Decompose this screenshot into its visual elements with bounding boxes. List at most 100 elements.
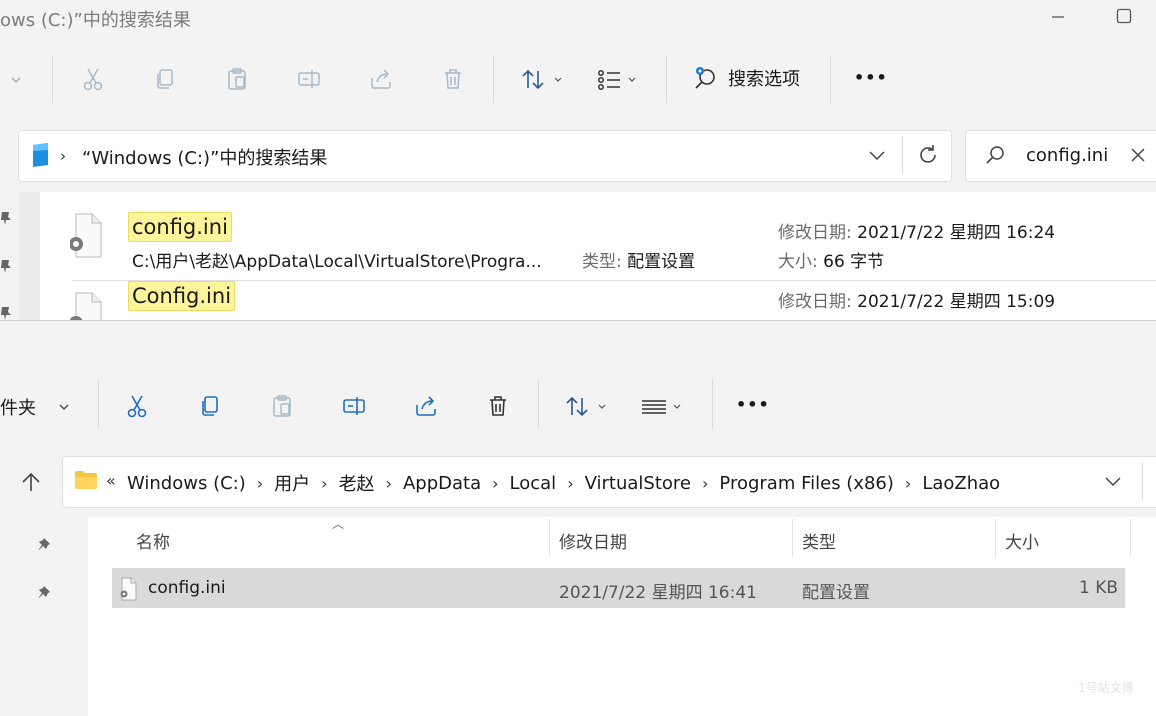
watermark: 1号站文博 — [1078, 681, 1134, 695]
column-divider[interactable] — [549, 519, 550, 557]
toolbar-divider — [493, 55, 494, 103]
breadcrumb-chevron-icon[interactable]: › — [492, 474, 498, 493]
breadcrumb-item[interactable]: VirtualStore — [585, 473, 691, 494]
toolbar-divider — [52, 55, 53, 103]
more-options-button[interactable]: ••• — [854, 68, 888, 87]
view-button[interactable] — [596, 66, 642, 94]
column-header-name[interactable]: 名称 — [136, 528, 170, 553]
address-divider — [1142, 462, 1143, 500]
breadcrumb-item[interactable]: 老赵 — [339, 470, 375, 496]
rename-icon[interactable] — [339, 391, 369, 421]
address-location: “Windows (C:)”中的搜索结果 — [82, 148, 328, 169]
paste-icon[interactable] — [267, 391, 297, 421]
maximize-button[interactable] — [1114, 6, 1134, 26]
drive-icon — [30, 142, 52, 168]
cut-icon[interactable] — [122, 391, 152, 421]
breadcrumb-chevron-icon[interactable]: › — [321, 474, 327, 493]
nav-pane-edge — [0, 631, 4, 651]
breadcrumb-item[interactable]: LaoZhao — [922, 473, 1000, 494]
search-result-item[interactable]: Config.ini 修改日期: 2021/7/22 星期四 15:09 — [40, 281, 1156, 320]
toolbar-divider — [830, 55, 831, 103]
file-size: 1 KB — [1078, 578, 1118, 598]
toolbar-divider — [712, 379, 713, 429]
delete-icon[interactable] — [438, 64, 468, 94]
new-dropdown-chevron[interactable] — [8, 70, 24, 90]
copy-icon[interactable] — [150, 64, 180, 94]
search-options-button[interactable]: 搜索选项 — [692, 64, 800, 92]
file-modified: 2021/7/22 星期四 16:41 — [559, 583, 757, 603]
column-divider[interactable] — [1130, 519, 1131, 557]
delete-icon[interactable] — [483, 391, 513, 421]
more-options-button[interactable]: ••• — [736, 395, 770, 414]
file-type: 配置设置 — [802, 583, 870, 603]
column-header-type[interactable]: 类型 — [802, 528, 836, 553]
breadcrumb-item[interactable]: Windows (C:) — [127, 473, 246, 494]
pin-icon — [38, 585, 54, 603]
breadcrumb-chevron-icon[interactable]: › — [905, 474, 911, 493]
breadcrumb-chevron-icon[interactable]: › — [702, 474, 708, 493]
toolbar-divider — [98, 379, 99, 429]
result-path: C:\用户\老赵\AppData\Local\VirtualStore\Prog… — [132, 252, 542, 272]
search-results-list: config.ini C:\用户\老赵\AppData\Local\Virtua… — [40, 192, 1156, 320]
result-name[interactable]: config.ini — [128, 212, 232, 242]
up-arrow-icon[interactable] — [20, 470, 42, 494]
result-size: 大小: 66 字节 — [778, 252, 885, 272]
search-options-label: 搜索选项 — [728, 69, 800, 90]
search-result-item[interactable]: config.ini C:\用户\老赵\AppData\Local\Virtua… — [40, 192, 1156, 280]
breadcrumb-chevron-icon[interactable]: › — [257, 474, 263, 493]
pin-icon — [38, 537, 54, 555]
breadcrumb-item[interactable]: Program Files (x86) — [719, 473, 894, 494]
clear-search-icon[interactable] — [1128, 145, 1148, 165]
rename-icon[interactable] — [294, 64, 324, 94]
breadcrumb-item[interactable]: 用户 — [274, 470, 310, 496]
cut-icon[interactable] — [78, 64, 108, 94]
share-icon[interactable] — [411, 391, 441, 421]
breadcrumb-overflow-icon[interactable]: « — [106, 471, 116, 490]
folder-window: 件夹 ••• « Windows (C:) › 用户 › 老赵 › AppDat… — [0, 320, 1156, 716]
folder-icon — [74, 469, 98, 491]
breadcrumb-chevron-icon[interactable]: › — [567, 474, 573, 493]
new-folder-button[interactable]: 件夹 — [0, 394, 36, 420]
navigation-pane — [18, 192, 40, 320]
view-button[interactable] — [640, 393, 686, 421]
config-file-icon — [120, 577, 138, 601]
address-history-chevron-icon[interactable] — [1102, 470, 1124, 492]
breadcrumb-chevron-icon[interactable]: › — [386, 474, 392, 493]
breadcrumb: Windows (C:) › 用户 › 老赵 › AppData › Local… — [127, 470, 1000, 496]
search-options-icon — [692, 64, 720, 92]
minimize-button[interactable] — [1048, 6, 1068, 26]
search-results-window: ows (C:)”中的搜索结果 搜索选项 ••• › “Windows (C:)… — [0, 0, 1156, 320]
refresh-icon[interactable] — [916, 143, 940, 167]
sort-button[interactable] — [520, 66, 566, 94]
search-input[interactable]: config.ini — [1026, 145, 1108, 166]
result-name[interactable]: Config.ini — [128, 281, 236, 311]
toolbar-divider — [666, 55, 667, 103]
pin-icon — [0, 305, 12, 320]
address-history-chevron-icon[interactable] — [866, 144, 888, 166]
pin-icon — [0, 210, 12, 226]
address-divider — [902, 136, 903, 174]
config-file-icon — [70, 291, 104, 320]
new-dropdown-chevron-icon[interactable] — [56, 397, 72, 417]
result-type: 类型: 配置设置 — [582, 252, 696, 272]
breadcrumb-item[interactable]: Local — [510, 473, 557, 494]
window-title: ows (C:)”中的搜索结果 — [0, 10, 191, 31]
search-icon — [984, 144, 1006, 166]
share-icon[interactable] — [366, 64, 396, 94]
result-modified: 修改日期: 2021/7/22 星期四 16:24 — [778, 223, 1056, 243]
address-chevron-icon: › — [60, 147, 66, 165]
toolbar-divider — [538, 379, 539, 429]
column-divider[interactable] — [995, 519, 996, 557]
paste-icon[interactable] — [222, 64, 252, 94]
sort-ascending-icon: ︿ — [332, 517, 345, 531]
column-header-modified[interactable]: 修改日期 — [559, 528, 627, 553]
copy-icon[interactable] — [195, 391, 225, 421]
file-name[interactable]: config.ini — [148, 578, 226, 598]
column-header-size[interactable]: 大小 — [1005, 528, 1039, 553]
result-modified: 修改日期: 2021/7/22 星期四 15:09 — [778, 292, 1056, 312]
config-file-icon — [70, 212, 104, 260]
sort-button[interactable] — [564, 393, 610, 421]
breadcrumb-item[interactable]: AppData — [403, 473, 481, 494]
column-divider[interactable] — [792, 519, 793, 557]
pin-icon — [0, 258, 12, 274]
